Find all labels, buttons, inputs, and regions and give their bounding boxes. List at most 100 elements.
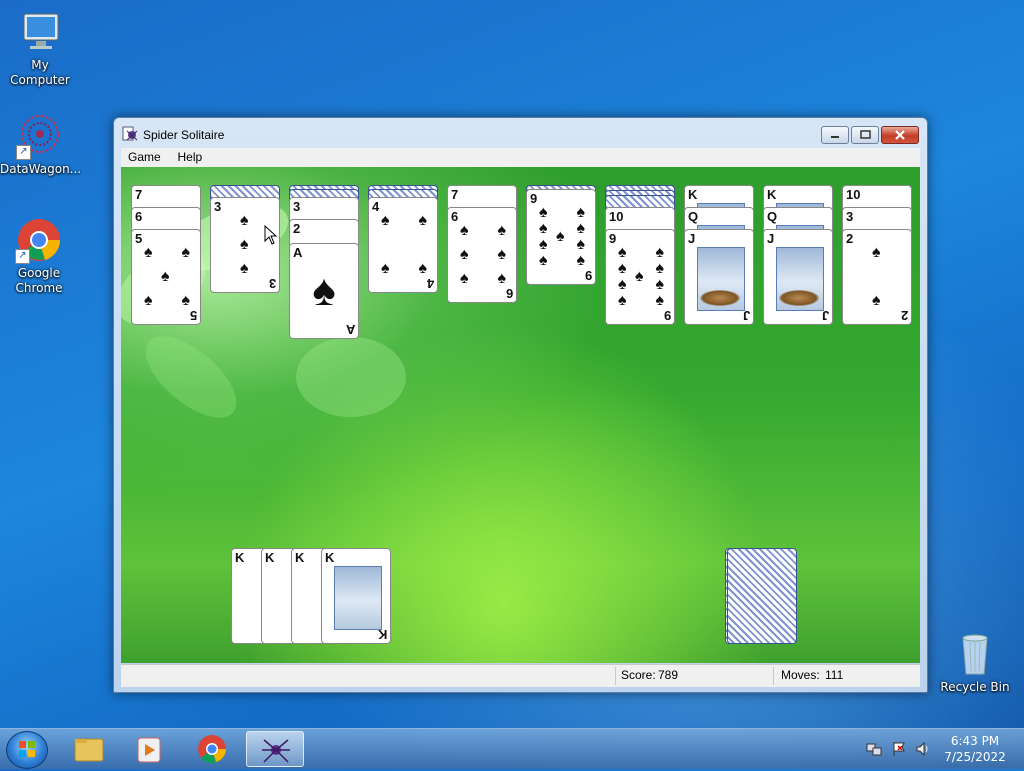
- card-rank: J: [688, 231, 696, 246]
- media-player-icon: [137, 737, 161, 763]
- tableau-card[interactable]: 6 ♠ ♠ ♠ ♠ ♠ ♠ 6: [447, 207, 517, 303]
- card-rank: 6: [505, 286, 513, 301]
- card-rank: 9: [609, 231, 617, 246]
- tableau-card[interactable]: J J: [684, 229, 754, 325]
- desktop-icon-datawagon[interactable]: ↗ DataWagon...: [0, 112, 82, 177]
- nest-card-art: [776, 247, 824, 311]
- tableau-card[interactable]: 9 ♠ ♠ ♠ ♠ ♠ ♠ ♠ ♠ ♠ 9: [605, 229, 675, 325]
- spider-icon: [262, 739, 290, 763]
- card-rank: 6: [135, 209, 143, 224]
- taskbar-explorer[interactable]: [60, 731, 118, 767]
- moves-value: 111: [825, 668, 844, 682]
- minimize-icon: [831, 136, 839, 138]
- spade-pips: ♠ ♠ ♠: [240, 212, 249, 277]
- desktop-icon-label: Google Chrome: [15, 266, 63, 295]
- computer-icon: [16, 8, 64, 56]
- mouse-cursor-icon: [264, 225, 278, 245]
- speaker-icon[interactable]: [915, 741, 931, 757]
- network-icon[interactable]: [866, 741, 882, 757]
- card-rank: K: [295, 550, 305, 565]
- spade-pips: ♠ ♠ ♠ ♠ ♠ ♠ ♠ ♠ ♠: [539, 204, 585, 269]
- tableau-card[interactable]: 2 ♠ ♠ 2: [842, 229, 912, 325]
- tableau-card[interactable]: 5 ♠ ♠ ♠ ♠ ♠ 5: [131, 229, 201, 325]
- card-rank: K: [688, 187, 698, 202]
- minimize-button[interactable]: [821, 126, 849, 144]
- close-icon: [895, 130, 905, 140]
- card-rank: 5: [135, 231, 143, 246]
- card-rank: J: [821, 308, 829, 323]
- status-divider: [615, 667, 616, 685]
- card-rank: 9: [663, 308, 671, 323]
- card-rank: A: [345, 322, 355, 337]
- flag-icon[interactable]: [891, 741, 907, 757]
- spade-pips: ♠ ♠: [872, 244, 881, 309]
- spade-pips: ♠ ♠ ♠ ♠ ♠: [144, 244, 190, 309]
- tableau-card[interactable]: 9 ♠ ♠ ♠ ♠ ♠ ♠ ♠ ♠ ♠ 9: [526, 189, 596, 285]
- card-rank: J: [742, 308, 750, 323]
- card-rank: 7: [135, 187, 143, 202]
- completed-stack-card: K K: [321, 548, 391, 644]
- stock-pile[interactable]: [727, 548, 797, 644]
- chrome-icon: [198, 735, 226, 764]
- system-clock[interactable]: 6:43 PM 7/25/2022: [936, 733, 1014, 765]
- recycle-bin-icon: [951, 630, 999, 678]
- maximize-icon: [860, 130, 871, 139]
- spider-icon: [122, 126, 138, 142]
- moves-label: Moves:: [781, 668, 820, 682]
- menu-bar: Game Help: [121, 148, 920, 167]
- spade-pips: ♠ ♠ ♠ ♠ ♠ ♠ ♠ ♠ ♠: [618, 244, 664, 309]
- windows-logo-icon: [19, 741, 35, 757]
- score-label: Score:: [621, 668, 656, 682]
- card-rank: 2: [900, 308, 908, 323]
- card-rank: 3: [268, 276, 276, 291]
- card-rank: 7: [451, 187, 459, 202]
- folder-icon: [74, 738, 104, 762]
- taskbar: 6:43 PM 7/25/2022: [0, 728, 1024, 769]
- status-divider: [773, 667, 774, 685]
- menu-game[interactable]: Game: [122, 148, 167, 166]
- shortcut-arrow-icon: ↗: [15, 249, 30, 264]
- game-board[interactable]: 7 6 5 ♠ ♠ ♠ ♠ ♠ 5 3 ♠ ♠ ♠ 3 3 2 A ♠ A 4 …: [121, 167, 920, 663]
- desktop-icon-google-chrome[interactable]: ↗ Google Chrome: [0, 216, 78, 296]
- desktop-icon-recycle-bin[interactable]: Recycle Bin: [935, 630, 1015, 695]
- maximize-button[interactable]: [851, 126, 879, 144]
- nest-card-art: [697, 247, 745, 311]
- card-rank: 2: [846, 231, 854, 246]
- card-rank: 6: [451, 209, 459, 224]
- desktop-icon-label: DataWagon...: [0, 162, 82, 176]
- tableau-card[interactable]: A ♠ A: [289, 243, 359, 339]
- card-rank: 10: [846, 187, 861, 202]
- card-rank: K: [377, 627, 387, 642]
- tableau-card[interactable]: 3 ♠ ♠ ♠ 3: [210, 197, 280, 293]
- close-button[interactable]: [881, 126, 919, 144]
- card-rank: 4: [372, 199, 380, 214]
- taskbar-media-player[interactable]: [120, 731, 178, 767]
- card-rank: K: [767, 187, 777, 202]
- card-rank: 2: [293, 221, 301, 236]
- title-bar[interactable]: Spider Solitaire: [114, 118, 927, 148]
- score-value: 789: [658, 668, 679, 682]
- shortcut-arrow-icon: ↗: [16, 145, 31, 160]
- card-rank: K: [235, 550, 245, 565]
- tableau-card[interactable]: 4 ♠ ♠ ♠ ♠ 4: [368, 197, 438, 293]
- taskbar-chrome[interactable]: [183, 731, 241, 767]
- taskbar-spider-solitaire[interactable]: [246, 731, 304, 767]
- card-rank: Q: [688, 209, 699, 224]
- window-title: Spider Solitaire: [143, 128, 225, 142]
- card-art: [334, 566, 382, 630]
- card-rank: 9: [584, 268, 592, 283]
- card-rank: A: [293, 245, 303, 260]
- start-button[interactable]: [6, 731, 48, 769]
- card-rank: 9: [530, 191, 538, 206]
- card-rank: 5: [189, 308, 197, 323]
- card-rank: 10: [609, 209, 624, 224]
- clock-date: 7/25/2022: [944, 750, 1006, 764]
- desktop-icon-label: My Computer: [10, 58, 70, 87]
- card-rank: 3: [846, 209, 854, 224]
- desktop-icon-my-computer[interactable]: My Computer: [0, 8, 80, 88]
- card-rank: Q: [767, 209, 778, 224]
- tableau-card[interactable]: J J: [763, 229, 833, 325]
- datawagon-icon: ↗: [16, 112, 64, 160]
- card-rank: K: [265, 550, 275, 565]
- menu-help[interactable]: Help: [172, 148, 209, 166]
